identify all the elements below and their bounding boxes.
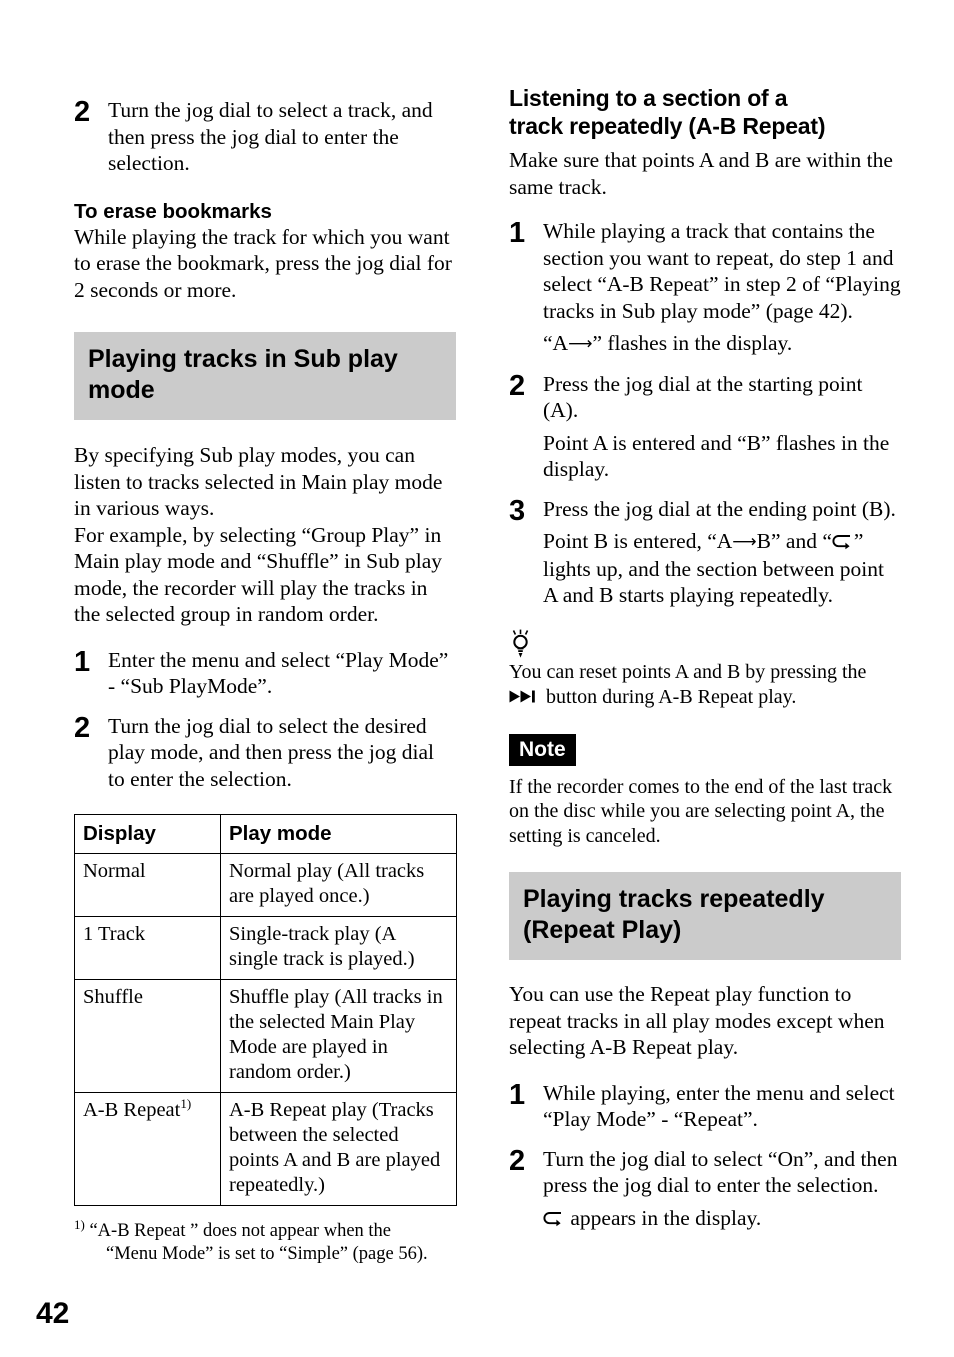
right-column: Listening to a section of a track repeat… [509,84,901,1231]
note-text: If the recorder comes to the end of the … [509,775,893,847]
heading-ab-repeat: Listening to a section of a track repeat… [509,84,901,140]
step-text: Turn the jog dial to select “On”, and th… [543,1146,898,1198]
step-item: 3 Press the jog dial at the ending point… [509,496,901,609]
step-item: 2 Turn the jog dial to select the desire… [74,713,456,793]
step-result: Point B is entered, “A⟶B” and “ ” lights… [543,528,901,609]
step-text: Turn the jog dial to select the desired … [108,713,435,791]
play-mode-table: Display Play mode Normal Normal play (Al… [74,814,457,1206]
step-text: Press the jog dial at the starting point… [543,371,863,423]
cell-display-label: A-B Repeat [83,1099,181,1121]
section-heading-line-2: (Repeat Play) [523,916,682,944]
step-item: 1 Enter the menu and select “Play Mode” … [74,647,456,700]
section-heading-line-1: Playing tracks repeatedly [523,885,825,913]
step-number: 2 [74,711,91,744]
step-text: Turn the jog dial to select a track, and… [108,98,433,175]
footnote-line-2: “Menu Mode” is set to “Simple” (page 56)… [106,1244,428,1264]
footnote: 1) “A-B Repeat ” does not appear when th… [74,1216,456,1266]
ab-repeat-intro: Make sure that points A and B are within… [509,148,893,199]
cell-play-mode: Single-track play (A single track is pla… [220,916,457,980]
step-text: Enter the menu and select “Play Mode” - … [108,647,449,699]
table-row: A-B Repeat1) A-B Repeat play (Tracks bet… [74,1092,457,1206]
step-result-part-1: Point B is entered, “A [543,529,733,553]
table-row: 1 Track Single-track play (A single trac… [74,916,457,980]
step-text: Press the jog dial at the ending point (… [543,496,896,521]
table-header-display: Display [74,814,221,854]
manual-page: 2 Turn the jog dial to select a track, a… [0,0,954,1357]
step-result: Point A is entered and “B” flashes in th… [543,430,890,482]
tip-text: You can reset points A and B by pressing… [509,660,901,710]
step-result: appears in the display. [543,1205,901,1232]
step-number: 1 [509,217,526,249]
step-number: 2 [509,369,526,402]
cell-play-mode: Shuffle play (All tracks in the selected… [220,979,457,1093]
erase-bookmarks-heading: To erase bookmarks [74,199,272,223]
step-item: 2 Turn the jog dial to select “On”, and … [509,1146,901,1232]
repeat-loop-icon [543,1207,565,1226]
heading-line-1: Listening to a section of a [509,85,788,111]
footnote-line-1: “A-B Repeat ” does not appear when the [89,1221,392,1241]
table-row: Shuffle Shuffle play (All tracks in the … [74,979,457,1093]
intro-paragraph-1: By specifying Sub play modes, you can li… [74,443,443,520]
step-result-part-2: B” and “ [756,529,832,553]
note-badge: Note [509,733,576,766]
step-item: 2 Press the jog dial at the starting poi… [509,371,901,483]
erase-bookmarks-block: To erase bookmarks While playing the tra… [74,199,456,304]
repeat-loop-icon [832,530,854,550]
right-arrow-icon: ⟶ [732,532,757,552]
cell-display: 1 Track [74,916,221,980]
step-number: 1 [509,1078,526,1111]
section-heading-repeat-play: Playing tracks repeatedly (Repeat Play) [509,872,901,960]
cell-display: Normal [74,853,221,917]
footnote-marker: 1) [74,1216,85,1232]
erase-bookmarks-text: While playing the track for which you wa… [74,224,452,302]
step-number: 1 [74,645,91,678]
tip-block: You can reset points A and B by pressing… [509,629,901,710]
intro-paragraph-2: For example, by selecting “Group Play” i… [74,522,443,627]
step-item: 2 Turn the jog dial to select a track, a… [74,97,456,177]
cell-play-mode: A-B Repeat play (Tracks between the sele… [220,1092,457,1206]
fast-forward-icon [509,686,541,702]
step-result: “A⟶” flashes in the display. [543,330,901,358]
repeat-play-intro: You can use the Repeat play function to … [509,982,885,1059]
step-result-prefix: “A [543,331,569,355]
page-number: 42 [36,1297,70,1330]
tip-text-part-1: You can reset points A and B by pressing… [509,660,867,683]
note-block: Note If the recorder comes to the end of… [509,733,901,849]
right-arrow-icon: ⟶ [568,334,593,354]
left-column: 2 Turn the jog dial to select a track, a… [74,84,457,1266]
table-header-play-mode: Play mode [220,814,457,854]
step-number: 3 [509,494,526,527]
step-item: 1 While playing a track that contains th… [509,218,901,358]
step-result-suffix: appears in the display. [570,1205,762,1230]
footnote-marker: 1) [180,1096,192,1112]
cell-display: Shuffle [74,979,221,1093]
heading-line-2: track repeatedly (A-B Repeat) [509,113,826,139]
table-row: Normal Normal play (All tracks are playe… [74,853,457,917]
step-number: 2 [74,96,91,128]
lightbulb-icon [509,629,535,659]
step-item: 1 While playing, enter the menu and sele… [509,1080,901,1133]
step-number: 2 [509,1144,526,1177]
table-header-row: Display Play mode [74,814,457,854]
tip-text-part-2: button during A-B Repeat play. [546,685,797,708]
step-text: While playing, enter the menu and select… [543,1080,895,1132]
cell-display: A-B Repeat1) [74,1092,221,1206]
cell-play-mode: Normal play (All tracks are played once.… [220,853,457,917]
step-text: While playing a track that contains the … [543,219,901,323]
step-result-suffix: ” flashes in the display. [592,331,793,355]
section-heading-sub-play-mode: Playing tracks in Sub play mode [74,332,456,420]
